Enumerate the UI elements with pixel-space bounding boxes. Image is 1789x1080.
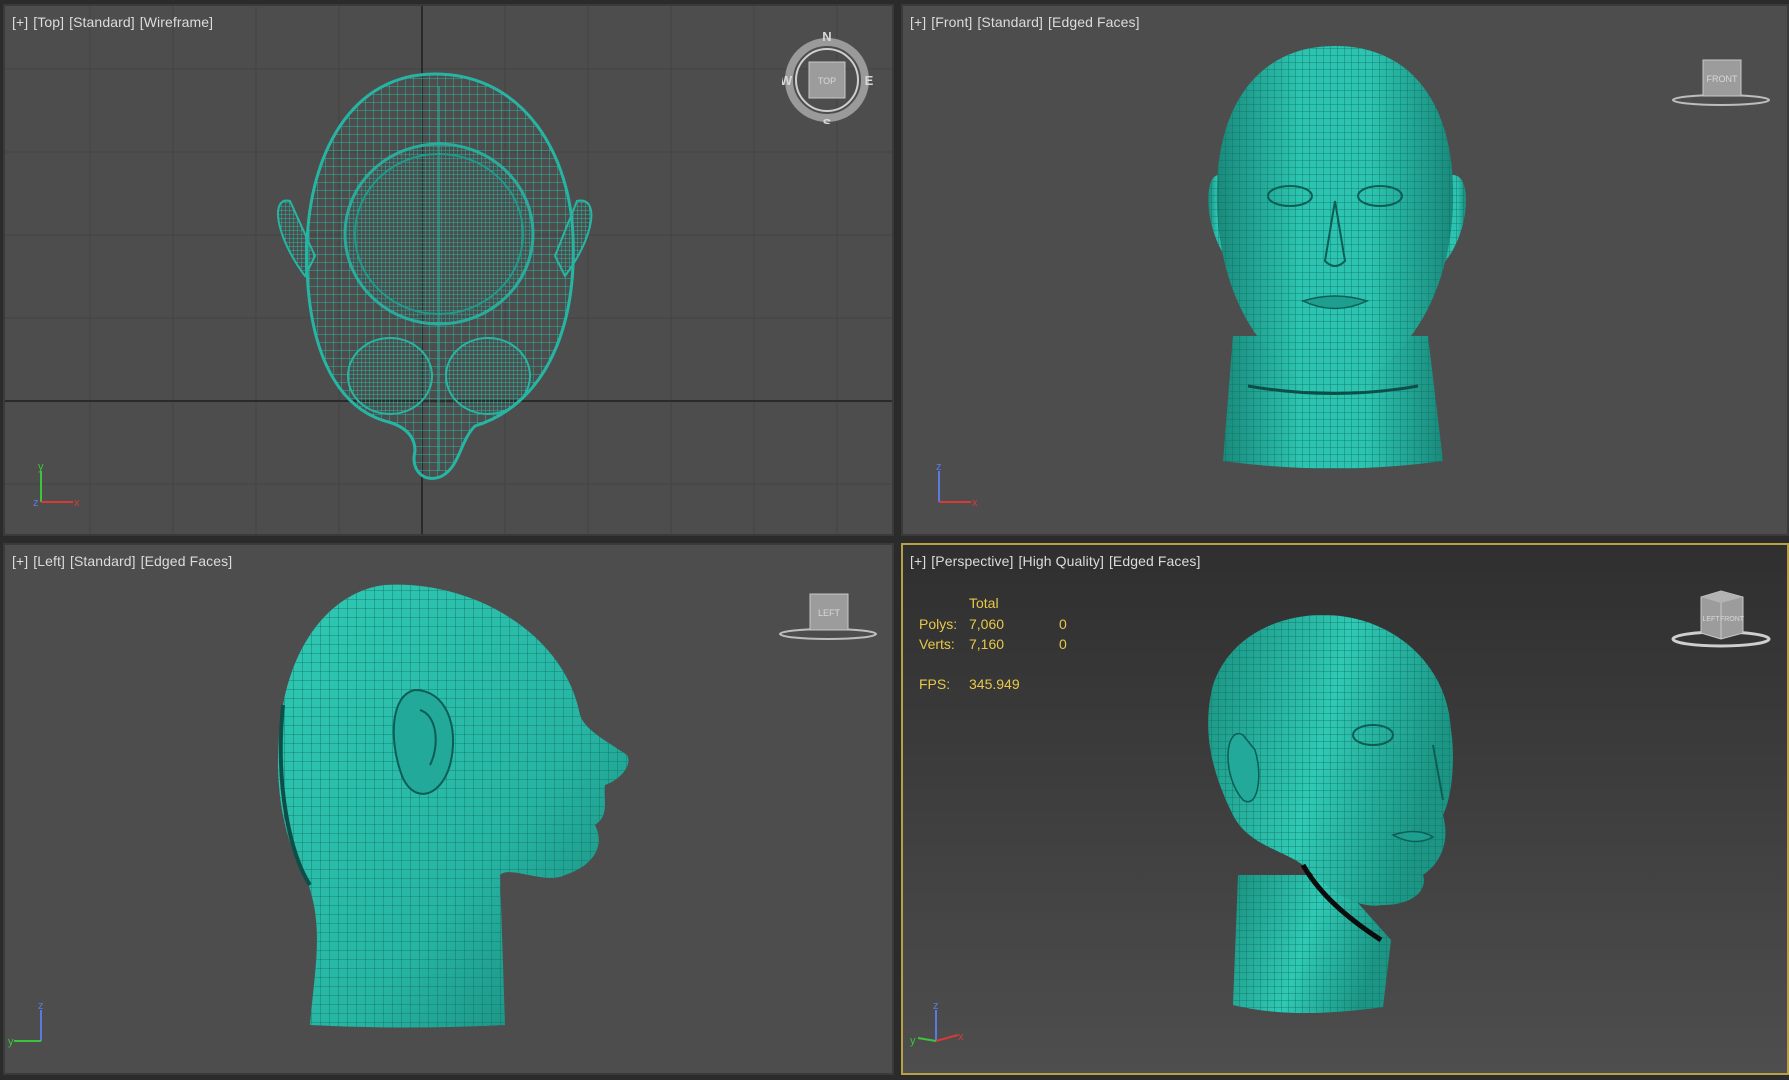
axis-z-label: z: [38, 1000, 44, 1012]
viewport-mode-menu[interactable]: [Edged Faces]: [1048, 14, 1140, 30]
viewport-shading-menu[interactable]: [High Quality]: [1019, 553, 1104, 569]
viewport-shading-menu[interactable]: [Standard]: [69, 14, 135, 30]
axis-tripod-icon: z x: [936, 461, 978, 509]
viewport-mode-menu[interactable]: [Edged Faces]: [1109, 553, 1201, 569]
stats-header: Total: [969, 595, 999, 611]
viewport-shading-menu[interactable]: [Standard]: [977, 14, 1043, 30]
viewcube-face-top: TOP: [818, 76, 836, 86]
viewport-front[interactable]: FRONT z x [+] [Front] [Standard] [Edged Fac…: [901, 4, 1789, 536]
viewcube-face-left: LEFT: [1702, 616, 1720, 623]
stats-fps-value: 345.949: [969, 675, 1020, 692]
viewport-perspective[interactable]: Total Polys: 7,060 0 Verts: 7,160 0 FPS: 345.…: [901, 543, 1789, 1075]
axis-tripod-icon: z x y: [910, 1000, 964, 1047]
viewport-mode-menu[interactable]: [Wireframe]: [140, 14, 213, 30]
axis-y-label: y: [8, 1036, 14, 1048]
axis-x-label: x: [958, 1031, 964, 1043]
viewport-label-perspective[interactable]: [+] [Perspective] [High Quality] [Edged Fac…: [910, 553, 1206, 569]
viewcube-face-front: FRONT: [1720, 616, 1745, 623]
stats-polys-value: 7,060: [969, 615, 1005, 632]
stats-verts-value: 7,160: [969, 636, 1005, 652]
axis-tripod-icon: y x z: [33, 461, 80, 509]
stats-polys-label: Polys:: [919, 615, 958, 632]
viewport-mode-menu[interactable]: [Edged Faces]: [141, 553, 233, 569]
compass-south: S: [823, 116, 832, 124]
axis-x-label: x: [972, 497, 978, 509]
viewport-menu-plus[interactable]: [+]: [12, 553, 28, 569]
axis-z-label: z: [933, 1000, 939, 1012]
viewport-view-menu[interactable]: [Top]: [33, 14, 64, 30]
compass-north: N: [822, 29, 831, 44]
viewport-view-menu[interactable]: [Front]: [931, 14, 972, 30]
stats-verts-selected: 0: [1059, 636, 1067, 652]
viewcube-compass-icon[interactable]: TOP N S E W: [782, 28, 878, 124]
viewport-menu-plus[interactable]: [+]: [12, 14, 28, 30]
stats-fps-label: FPS:: [919, 675, 951, 692]
axis-z-label: z: [33, 497, 39, 509]
viewcube-icon[interactable]: FRONT: [1668, 56, 1778, 116]
viewport-label-front[interactable]: [+] [Front] [Standard] [Edged Faces]: [910, 14, 1145, 30]
axis-tripod-icon: z y: [8, 1000, 44, 1048]
viewcube-icon[interactable]: LEFT FRONT: [1668, 585, 1778, 655]
viewport-label-top[interactable]: [+] [Top] [Standard] [Wireframe]: [12, 14, 218, 30]
viewport-view-menu[interactable]: [Perspective]: [931, 553, 1013, 569]
compass-east: E: [865, 73, 874, 88]
stats-polys-selected: 0: [1059, 615, 1067, 632]
axis-z-label: z: [936, 461, 942, 473]
viewport-menu-plus[interactable]: [+]: [910, 553, 926, 569]
viewport-menu-plus[interactable]: [+]: [910, 14, 926, 30]
viewport-view-menu[interactable]: [Left]: [33, 553, 65, 569]
head-mesh-left: [277, 584, 629, 1028]
axis-y-label: y: [910, 1035, 916, 1047]
compass-west: W: [782, 73, 793, 88]
axis-x-label: x: [74, 497, 80, 509]
viewport-left[interactable]: LEFT z y [+] [Left] [Standard] [Edged Faces…: [3, 543, 894, 1075]
viewcube-face-front: FRONT: [1707, 74, 1738, 84]
viewcube-face-left: LEFT: [818, 608, 841, 618]
axis-y-label: y: [38, 461, 44, 473]
statistics-overlay: Total Polys: 7,060 0 Verts: 7,160 0 FPS: 345.…: [919, 593, 1099, 694]
head-mesh-front: [1208, 46, 1467, 469]
stats-verts-label: Verts:: [919, 636, 955, 652]
viewport-top[interactable]: TOP N S E W y x z [+] [Top] [Standard] [Wir…: [3, 4, 894, 536]
viewcube-icon[interactable]: LEFT: [775, 590, 885, 650]
head-mesh-top: [277, 72, 593, 480]
viewport-shading-menu[interactable]: [Standard]: [70, 553, 136, 569]
viewport-label-left[interactable]: [+] [Left] [Standard] [Edged Faces]: [12, 553, 237, 569]
